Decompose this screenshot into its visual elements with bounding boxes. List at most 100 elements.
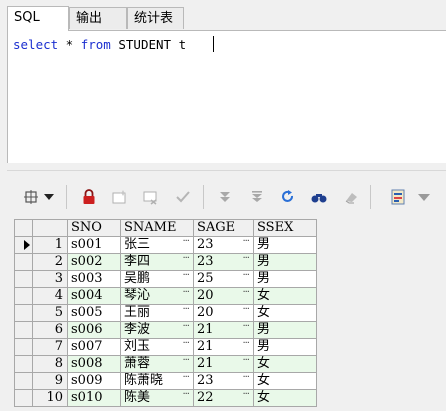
column-header-ssex[interactable]: SSEX xyxy=(253,219,317,237)
cell-sname[interactable]: 李波 ··· xyxy=(120,321,194,339)
cell-sage[interactable]: 21 ··· xyxy=(193,338,254,356)
cell-editor-button[interactable]: ··· xyxy=(242,238,249,251)
row-indicator xyxy=(14,304,33,322)
cell-sno[interactable]: s008 xyxy=(67,355,121,373)
cell-editor-button[interactable]: ··· xyxy=(242,289,249,302)
first-record-icon[interactable] xyxy=(214,187,236,207)
cell-ssex[interactable]: 男 xyxy=(253,253,317,271)
row-indicator xyxy=(14,287,33,305)
cell-editor-button[interactable]: ··· xyxy=(182,289,189,302)
cell-sname-value: 刘玉 xyxy=(124,339,151,355)
cell-sage[interactable]: 21 ··· xyxy=(193,355,254,373)
cell-sage[interactable]: 22 ··· xyxy=(193,389,254,407)
clear-icon[interactable] xyxy=(340,187,362,207)
cell-ssex[interactable]: 女 xyxy=(253,355,317,373)
post-check-icon[interactable] xyxy=(172,187,194,207)
pane-splitter[interactable] xyxy=(7,163,446,171)
cell-sname-value: 萧蓉 xyxy=(124,356,151,372)
cell-sage[interactable]: 25 ··· xyxy=(193,270,254,288)
new-record-icon[interactable] xyxy=(109,187,131,207)
cell-sno[interactable]: s001 xyxy=(67,236,121,254)
cell-editor-button[interactable]: ··· xyxy=(182,391,189,404)
cell-editor-button[interactable]: ··· xyxy=(242,306,249,319)
cell-sage[interactable]: 21 ··· xyxy=(193,321,254,339)
table-row[interactable]: 3 s003 吴鹏 ··· 25 ··· 男 xyxy=(14,270,317,288)
cell-editor-button[interactable]: ··· xyxy=(242,272,249,285)
cell-sage-value: 21 xyxy=(197,339,214,355)
cell-ssex[interactable]: 男 xyxy=(253,338,317,356)
tab-sql[interactable]: SQL xyxy=(7,6,69,31)
cell-sno[interactable]: s003 xyxy=(67,270,121,288)
table-row[interactable]: 7 s007 刘玉 ··· 21 ··· 男 xyxy=(14,338,317,356)
cell-sage-value: 20 xyxy=(197,305,214,321)
export-dropdown-icon[interactable] xyxy=(415,187,433,207)
column-header-sage[interactable]: SAGE xyxy=(193,219,254,237)
cell-editor-button[interactable]: ··· xyxy=(182,374,189,387)
table-row[interactable]: 9 s009 陈萧晓 ··· 23 ··· 女 xyxy=(14,372,317,390)
cell-sno[interactable]: s010 xyxy=(67,389,121,407)
cell-editor-button[interactable]: ··· xyxy=(182,357,189,370)
delete-record-icon[interactable] xyxy=(140,187,162,207)
cell-sno[interactable]: s005 xyxy=(67,304,121,322)
sql-text[interactable]: select * from STUDENT t xyxy=(13,37,186,52)
cell-sname[interactable]: 吴鹏 ··· xyxy=(120,270,194,288)
table-row[interactable]: 4 s004 琴沁 ··· 20 ··· 女 xyxy=(14,287,317,305)
cell-ssex[interactable]: 男 xyxy=(253,270,317,288)
cell-sage[interactable]: 23 ··· xyxy=(193,253,254,271)
cell-sage[interactable]: 23 ··· xyxy=(193,372,254,390)
cell-sno[interactable]: s009 xyxy=(67,372,121,390)
cell-editor-button[interactable]: ··· xyxy=(182,255,189,268)
cell-ssex[interactable]: 男 xyxy=(253,321,317,339)
table-row[interactable]: 10 s010 陈美 ··· 22 ··· 女 xyxy=(14,389,317,407)
cell-sno[interactable]: s007 xyxy=(67,338,121,356)
grid-layout-icon[interactable] xyxy=(20,187,42,207)
cell-editor-button[interactable]: ··· xyxy=(182,306,189,319)
cell-sname[interactable]: 张三 ··· xyxy=(120,236,194,254)
cell-sname[interactable]: 刘玉 ··· xyxy=(120,338,194,356)
cell-editor-button[interactable]: ··· xyxy=(242,323,249,336)
cell-sno[interactable]: s002 xyxy=(67,253,121,271)
dropdown-icon[interactable] xyxy=(42,187,56,207)
refresh-icon[interactable] xyxy=(277,187,299,207)
cell-ssex[interactable]: 女 xyxy=(253,287,317,305)
cell-editor-button[interactable]: ··· xyxy=(242,255,249,268)
tab-output[interactable]: 输出 xyxy=(69,7,127,29)
table-row[interactable]: 5 s005 王丽 ··· 20 ··· 女 xyxy=(14,304,317,322)
grid-corner[interactable] xyxy=(14,219,33,237)
cell-sno[interactable]: s006 xyxy=(67,321,121,339)
cell-sname[interactable]: 陈美 ··· xyxy=(120,389,194,407)
lock-icon[interactable] xyxy=(78,187,100,207)
cell-sage[interactable]: 23 ··· xyxy=(193,236,254,254)
cell-editor-button[interactable]: ··· xyxy=(242,374,249,387)
cell-ssex[interactable]: 女 xyxy=(253,304,317,322)
cell-editor-button[interactable]: ··· xyxy=(242,357,249,370)
column-header-sname[interactable]: SNAME xyxy=(120,219,194,237)
export-icon[interactable] xyxy=(387,187,409,207)
cell-sname[interactable]: 陈萧晓 ··· xyxy=(120,372,194,390)
cell-editor-button[interactable]: ··· xyxy=(182,340,189,353)
table-row[interactable]: 1 s001 张三 ··· 23 ··· 男 xyxy=(14,236,317,254)
cell-ssex[interactable]: 男 xyxy=(253,236,317,254)
tab-statistics[interactable]: 统计表 xyxy=(127,7,184,29)
cell-ssex[interactable]: 女 xyxy=(253,372,317,390)
cell-sname[interactable]: 琴沁 ··· xyxy=(120,287,194,305)
cell-editor-button[interactable]: ··· xyxy=(242,340,249,353)
cell-editor-button[interactable]: ··· xyxy=(242,391,249,404)
last-record-icon[interactable] xyxy=(246,187,268,207)
cell-sno[interactable]: s004 xyxy=(67,287,121,305)
cell-editor-button[interactable]: ··· xyxy=(182,323,189,336)
table-row[interactable]: 6 s006 李波 ··· 21 ··· 男 xyxy=(14,321,317,339)
column-header-sno[interactable]: SNO xyxy=(67,219,121,237)
cell-sname[interactable]: 李四 ··· xyxy=(120,253,194,271)
cell-editor-button[interactable]: ··· xyxy=(182,238,189,251)
table-row[interactable]: 2 s002 李四 ··· 23 ··· 男 xyxy=(14,253,317,271)
cell-ssex[interactable]: 女 xyxy=(253,389,317,407)
find-icon[interactable] xyxy=(308,187,330,207)
table-row[interactable]: 8 s008 萧蓉 ··· 21 ··· 女 xyxy=(14,355,317,373)
cell-sage[interactable]: 20 ··· xyxy=(193,304,254,322)
cell-editor-button[interactable]: ··· xyxy=(182,272,189,285)
cell-sname[interactable]: 王丽 ··· xyxy=(120,304,194,322)
cell-sname[interactable]: 萧蓉 ··· xyxy=(120,355,194,373)
cell-sage[interactable]: 20 ··· xyxy=(193,287,254,305)
sql-editor[interactable]: select * from STUDENT t xyxy=(7,30,446,163)
